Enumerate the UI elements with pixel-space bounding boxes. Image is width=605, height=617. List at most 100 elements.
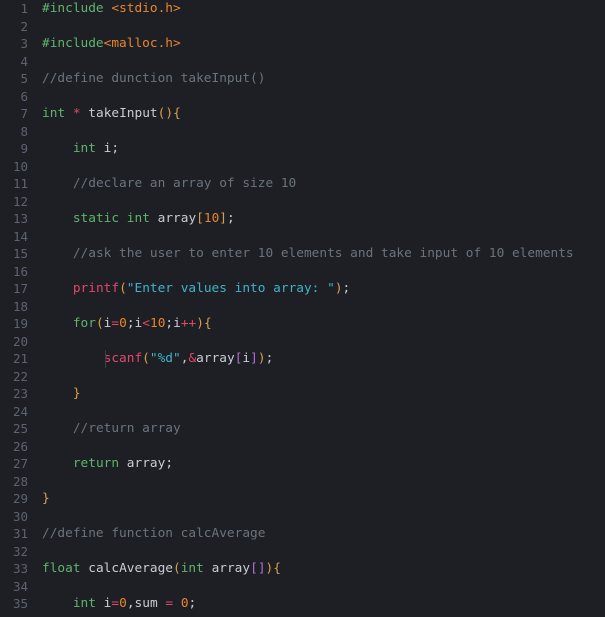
line-number: 28 — [12, 473, 28, 489]
code-line[interactable]: //define dunction takeInput() — [42, 70, 605, 88]
code-line[interactable] — [42, 298, 605, 316]
code-token-punct: ; — [165, 456, 174, 471]
code-line[interactable]: scanf("%d",&array[i]); — [42, 350, 605, 368]
code-line[interactable] — [42, 18, 605, 36]
code-token-punct: ; — [227, 211, 235, 226]
code-token-ident: array — [211, 561, 251, 576]
code-line[interactable] — [42, 473, 605, 491]
code-token-op: & — [188, 351, 197, 366]
code-token-br1: } — [42, 491, 50, 506]
code-line[interactable]: } — [42, 385, 605, 403]
code-line[interactable] — [42, 88, 605, 106]
code-token-string: "Enter values into array: " — [126, 281, 335, 296]
line-number: 15 — [12, 246, 28, 261]
code-token-ident: i — [242, 351, 251, 366]
code-token-punct — [119, 456, 127, 471]
line-number: 30 — [12, 508, 28, 524]
code-token-punct: ; — [126, 316, 135, 331]
code-token-keyword: return — [72, 456, 120, 471]
line-number: 27 — [12, 456, 28, 471]
code-token-comment: //define function calcAverage — [42, 526, 266, 541]
code-token-func: scanf — [103, 351, 143, 366]
line-number-gutter: 1 2 3 4 5 6 7 8 9 10 11 12 13 14 15 16 17 18 19 20 21 22 23 24 2… — [0, 0, 34, 613]
code-token-ident: sum — [134, 596, 158, 611]
line-number: 11 — [12, 176, 28, 191]
code-token-punct — [42, 386, 73, 401]
code-token-br1: [ — [196, 211, 204, 226]
code-line[interactable]: int i=0,sum = 0; — [42, 595, 605, 613]
code-line[interactable] — [42, 543, 605, 561]
code-line[interactable]: #include <stdio.h> — [42, 0, 605, 18]
code-content-area[interactable]: #include <stdio.h> #include<malloc.h> //… — [34, 0, 605, 613]
code-token-br1: ] — [219, 211, 228, 226]
code-token-punct: ; — [265, 351, 274, 366]
code-line[interactable]: int i; — [42, 140, 605, 158]
code-line[interactable] — [42, 193, 605, 211]
code-token-number: 10 — [149, 316, 166, 331]
code-line[interactable] — [42, 578, 605, 596]
code-token-br1: } — [72, 386, 81, 401]
code-token-keyword: for — [72, 316, 96, 331]
code-line[interactable] — [42, 158, 605, 176]
code-token-punct — [96, 596, 104, 611]
code-token-op: = — [111, 596, 120, 611]
code-editor[interactable]: 1 2 3 4 5 6 7 8 9 10 11 12 13 14 15 16 17 18 19 20 21 22 23 24 2… — [0, 0, 605, 617]
line-number: 32 — [12, 543, 28, 559]
code-token-ident: array — [196, 351, 235, 366]
code-line[interactable]: int * takeInput(){ — [42, 105, 605, 123]
code-line[interactable]: //ask the user to enter 10 elements and … — [42, 245, 605, 263]
code-token-br1: ( — [119, 281, 127, 296]
code-token-number: 10 — [203, 211, 220, 226]
code-line[interactable]: } — [42, 490, 605, 508]
code-line[interactable] — [42, 53, 605, 71]
code-line[interactable]: //declare an array of size 10 — [42, 175, 605, 193]
code-token-punct: , — [126, 596, 135, 611]
line-number: 7 — [20, 106, 28, 121]
line-number: 16 — [12, 263, 28, 279]
line-number: 22 — [12, 368, 28, 384]
code-line[interactable] — [42, 368, 605, 386]
code-token-op: < — [142, 316, 150, 331]
code-token-punct — [42, 456, 73, 471]
line-number: 5 — [20, 71, 28, 86]
code-token-keyword: float — [42, 561, 81, 576]
line-number: 26 — [12, 438, 28, 454]
code-token-punct — [42, 351, 104, 366]
code-line[interactable] — [42, 263, 605, 281]
code-line[interactable]: //define function calcAverage — [42, 525, 605, 543]
code-line[interactable]: float calcAverage(int array[]){ — [42, 560, 605, 578]
line-number: 18 — [12, 298, 28, 314]
code-line[interactable] — [42, 508, 605, 526]
code-line[interactable]: return array; — [42, 455, 605, 473]
line-number: 29 — [12, 491, 28, 506]
line-number: 20 — [12, 333, 28, 349]
code-line[interactable] — [42, 438, 605, 456]
code-line[interactable] — [42, 123, 605, 141]
code-token-comment: //return array — [72, 421, 181, 436]
code-token-punct — [65, 106, 73, 121]
code-token-br1: ( — [142, 351, 150, 366]
code-line[interactable] — [42, 228, 605, 246]
code-token-br2: ] — [257, 561, 266, 576]
code-line[interactable]: #include<malloc.h> — [42, 35, 605, 53]
code-line[interactable]: //return array — [42, 420, 605, 438]
code-token-punct — [42, 176, 73, 191]
code-line[interactable] — [42, 333, 605, 351]
code-token-punct — [42, 421, 73, 436]
line-number: 23 — [12, 386, 28, 401]
code-token-keyword: int — [72, 596, 96, 611]
line-number: 9 — [20, 141, 28, 156]
code-token-keyword: int — [126, 211, 150, 226]
line-number: 1 — [20, 1, 28, 16]
indent-guide — [105, 350, 106, 368]
code-line[interactable] — [42, 403, 605, 421]
code-token-punct — [42, 246, 73, 261]
code-line[interactable]: static int array[10]; — [42, 210, 605, 228]
code-token-br1: { — [273, 561, 281, 576]
code-token-preproc: #include — [42, 1, 104, 16]
code-line[interactable]: for(i=0;i<10;i++){ — [42, 315, 605, 333]
code-token-br1: { — [173, 106, 181, 121]
code-line[interactable]: printf("Enter values into array: "); — [42, 280, 605, 298]
line-number: 13 — [12, 211, 28, 226]
code-token-br1: ) — [165, 106, 174, 121]
